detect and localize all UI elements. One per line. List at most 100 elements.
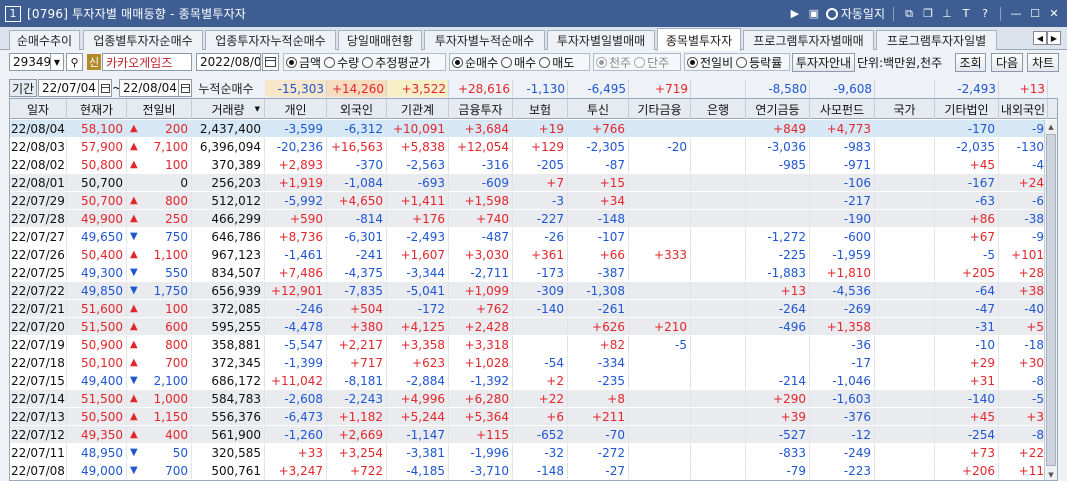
table-row[interactable]: 22/07/19 50,900 800 ▲ 358,881 -5,547 +2,217 +3,…: [10, 336, 1048, 353]
cell-bank: [691, 318, 746, 335]
tab-investor-daily-trading[interactable]: 투자자별일별매매: [547, 30, 655, 50]
scrollbar-thumb[interactable]: [1046, 134, 1056, 466]
radio-net-buy[interactable]: 순매수: [452, 54, 498, 71]
font-size-icon[interactable]: T: [959, 7, 973, 21]
auto-daily-button[interactable]: 자동일지: [825, 5, 885, 22]
table-row[interactable]: 22/07/15 49,400 2,100 ▼ 686,172 +11,042 -8,181…: [10, 372, 1048, 389]
window-copy-icon[interactable]: ❐: [921, 7, 935, 21]
cell-government: [875, 372, 935, 389]
column-header-government[interactable]: 국가: [875, 99, 935, 119]
tab-stock-investor[interactable]: 종목별투자자: [657, 28, 741, 51]
table-row[interactable]: 22/07/18 50,100 700 ▲ 372,345 -1,399 +717 +623 +…: [10, 354, 1048, 371]
radio-thousand-shares[interactable]: 천주: [596, 54, 631, 71]
cell-other-finance: +210: [629, 318, 691, 335]
tab-program-investor-daily[interactable]: 프로그램투자자일별: [876, 30, 997, 50]
minimize-icon[interactable]: —: [1009, 7, 1023, 21]
close-icon[interactable]: ✕: [1047, 7, 1061, 21]
radio-estimated-avg-price[interactable]: 추정평균가: [362, 54, 430, 71]
cell-financial-investment: -1,392: [449, 372, 513, 389]
investor-info-button[interactable]: 투자자안내: [792, 53, 855, 72]
table-row[interactable]: 22/07/14 51,500 1,000 ▲ 584,783 -2,608 -2,243 +…: [10, 390, 1048, 407]
radio-sell[interactable]: 매도: [539, 54, 574, 71]
pin-icon[interactable]: ⊥: [940, 7, 954, 21]
column-header-domestic-foreign[interactable]: 내외국인: [999, 99, 1048, 119]
table-row[interactable]: 22/07/12 49,350 400 ▲ 561,900 -1,260 +2,669 -1,…: [10, 426, 1048, 443]
radio-amount[interactable]: 금액: [286, 54, 321, 71]
cell-domestic-foreign: -4: [999, 156, 1048, 173]
radio-change-rate[interactable]: 등락률: [736, 54, 782, 71]
window-number-badge[interactable]: 1: [5, 5, 21, 22]
scroll-up-icon[interactable]: ▲: [1045, 120, 1057, 133]
period-start-calendar-icon[interactable]: [98, 79, 112, 97]
help-icon[interactable]: ?: [978, 7, 992, 21]
table-row[interactable]: 22/08/04 58,100 200 ▲ 2,437,400 -3,599 -6,312 +…: [10, 120, 1048, 137]
column-header-current-price[interactable]: 현재가: [67, 99, 127, 119]
scroll-down-icon[interactable]: ▼: [1045, 468, 1057, 480]
play-right-icon[interactable]: ▶: [788, 7, 802, 21]
table-row[interactable]: 22/07/21 51,600 100 ▲ 372,085 -246 +504 -172 +76…: [10, 300, 1048, 317]
tab-sector-investor-net-buy[interactable]: 업종별투자자순매수: [83, 30, 203, 50]
date-input[interactable]: 2022/08/04: [196, 53, 261, 71]
search-icon[interactable]: ⚲: [66, 53, 83, 71]
table-row[interactable]: 22/07/22 49,850 1,750 ▼ 656,939 +12,901 -7,835…: [10, 282, 1048, 299]
cell-current-price: 50,400: [67, 246, 127, 263]
chart-button[interactable]: 차트: [1027, 53, 1059, 72]
sort-dropdown-icon[interactable]: ▼: [255, 105, 260, 113]
column-header-insurance[interactable]: 보험: [513, 99, 568, 119]
table-row[interactable]: 22/07/11 48,950 50 ▼ 320,585 +33 +3,254 -3,381-…: [10, 444, 1048, 461]
query-button[interactable]: 조회: [955, 53, 986, 72]
table-row[interactable]: 22/08/01 50,700 0 256,203 +1,919 -1,084 -693 -6…: [10, 174, 1048, 191]
radio-prev-day-change[interactable]: 전일비: [687, 54, 733, 71]
cell-government: [875, 444, 935, 461]
memo-icon[interactable]: ▣: [807, 7, 821, 21]
calendar-icon[interactable]: [262, 53, 279, 71]
table-row[interactable]: 22/07/27 49,650 750 ▼ 646,786 +8,736 -6,301 -2,…: [10, 228, 1048, 245]
vertical-scrollbar[interactable]: ▲ ▼: [1044, 120, 1057, 480]
column-header-other-corporation[interactable]: 기타법인: [935, 99, 999, 119]
table-row[interactable]: 22/07/28 49,900 250 ▲ 466,299 +590 -814 +176 +74…: [10, 210, 1048, 227]
table-row[interactable]: 22/07/20 51,500 600 ▲ 595,255 -4,478 +380 +4,12…: [10, 318, 1048, 335]
table-row[interactable]: 22/07/13 50,500 1,150 ▲ 556,376 -6,473 +1,182 +…: [10, 408, 1048, 425]
column-header-financial-investment[interactable]: 금융투자: [449, 99, 513, 119]
tab-sector-investor-cumulative[interactable]: 업종투자자누적순매수: [205, 30, 336, 50]
period-end-calendar-icon[interactable]: [178, 79, 192, 97]
column-header-other-finance[interactable]: 기타금융: [629, 99, 691, 119]
cell-foreign: -8,181: [327, 372, 387, 389]
tab-scroll-left-icon[interactable]: ◀: [1033, 31, 1047, 45]
column-header-prev-day-change[interactable]: 전일비: [127, 99, 192, 119]
column-header-bank[interactable]: 은행: [691, 99, 746, 119]
cell-foreign: -814: [327, 210, 387, 227]
tab-investor-cumulative-net-buy[interactable]: 투자자별누적순매수: [424, 30, 545, 50]
column-header-individual[interactable]: 개인: [265, 99, 327, 119]
table-row[interactable]: 22/07/08 49,000 700 ▼ 500,761 +3,247 +722 -4,18…: [10, 462, 1048, 479]
column-header-foreign[interactable]: 외국인: [327, 99, 387, 119]
table-row[interactable]: 22/07/26 50,400 1,100 ▲ 967,123 -1,461 -241 +1,…: [10, 246, 1048, 263]
next-button[interactable]: 다음: [991, 53, 1023, 72]
period-end-input[interactable]: 22/08/04: [119, 79, 181, 97]
cell-other-corporation: +31: [935, 372, 999, 389]
maximize-icon[interactable]: ☐: [1028, 7, 1042, 21]
tab-net-buy-trend[interactable]: 순매수추이: [9, 30, 80, 50]
cell-domestic-foreign: +5: [999, 318, 1048, 335]
radio-single-shares[interactable]: 단주: [634, 54, 669, 71]
link-icon[interactable]: ⧉: [902, 7, 916, 21]
table-row[interactable]: 22/08/02 50,800 100 ▲ 370,389 +2,893 -370 -2,56…: [10, 156, 1048, 173]
table-row[interactable]: 22/07/29 50,700 800 ▲ 512,012 -5,992 +4,650 +1,…: [10, 192, 1048, 209]
radio-buy[interactable]: 매수: [501, 54, 536, 71]
stock-code-dropdown-icon[interactable]: ▼: [50, 53, 64, 71]
table-row[interactable]: 22/08/03 57,900 7,100 ▲ 6,396,094 -20,236 +16,…: [10, 138, 1048, 155]
column-header-pension-fund[interactable]: 연기금등: [746, 99, 810, 119]
tab-program-investor-trading[interactable]: 프로그램투자자별매매: [743, 30, 874, 50]
column-header-date[interactable]: 일자: [10, 99, 67, 119]
tab-scroll-right-icon[interactable]: ▶: [1047, 31, 1061, 45]
column-header-institution-total[interactable]: 기관계: [387, 99, 449, 119]
period-start-input[interactable]: 22/07/04: [38, 79, 100, 97]
radio-quantity[interactable]: 수량: [324, 54, 359, 71]
column-header-volume[interactable]: 거래량 ▼: [192, 99, 265, 119]
table-row[interactable]: 22/07/25 49,300 550 ▼ 834,507 +7,486 -4,375 -3,…: [10, 264, 1048, 281]
cell-current-price: 51,500: [67, 390, 127, 407]
column-header-private-equity[interactable]: 사모펀드: [810, 99, 875, 119]
column-header-investment-trust[interactable]: 투신: [568, 99, 629, 119]
cell-prev-day-change: 0: [127, 174, 192, 191]
tab-daily-trading-status[interactable]: 당일매매현황: [338, 30, 422, 50]
